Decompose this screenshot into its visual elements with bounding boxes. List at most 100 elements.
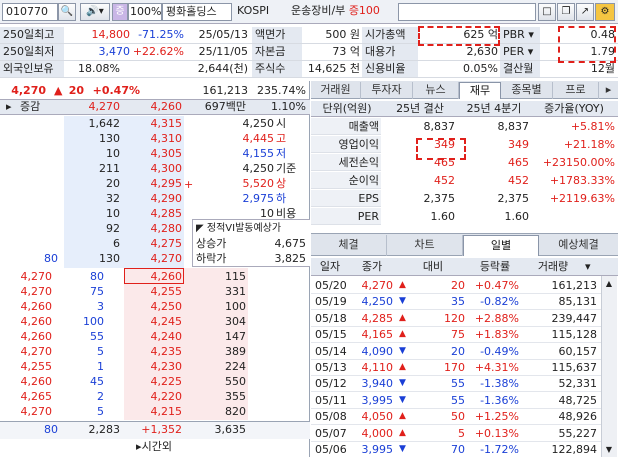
ask-price[interactable]: 4,300	[124, 161, 183, 176]
bid-qty[interactable]: 224	[186, 359, 246, 374]
pbr-select[interactable]: PBR ▾	[500, 27, 540, 43]
down-arrow-icon: ▼	[399, 444, 406, 454]
daily-scrollbar[interactable]	[601, 276, 617, 457]
daily-change: 50	[451, 410, 465, 424]
window-icon[interactable]: □	[538, 3, 556, 21]
bid-qty[interactable]: 389	[186, 344, 246, 359]
tab-investors[interactable]: 투자자	[361, 82, 413, 99]
volume-sort-icon[interactable]: ▾	[585, 259, 597, 274]
ask-qty[interactable]: 1,642	[64, 116, 121, 131]
vi-down-value: 3,825	[274, 252, 307, 265]
tab-expected[interactable]: 예상체결	[539, 235, 618, 256]
tab-menu-icon[interactable]: ▸	[599, 82, 618, 99]
bid-qty[interactable]: 820	[186, 404, 246, 419]
speaker-icon[interactable]: 🔊▾	[80, 3, 110, 21]
tab-news[interactable]: 뉴스	[413, 82, 459, 99]
tick-qty: 80	[90, 270, 104, 283]
tab-chart[interactable]: 차트	[387, 235, 463, 256]
finance-quarter-value: 1.60	[504, 210, 530, 223]
daily-close: 3,995	[361, 393, 394, 407]
ask-qty[interactable]: 20	[64, 176, 120, 191]
tick-price: 4,270	[20, 270, 53, 283]
up-arrow-icon: ▲	[399, 329, 406, 340]
finance-quarter-value: 452	[508, 174, 529, 187]
stock-name[interactable]: 평화홀딩스	[162, 3, 232, 21]
bid-qty[interactable]: 115	[186, 269, 246, 284]
ask-qty[interactable]: 10	[64, 206, 120, 221]
bid-price[interactable]: 4,255	[124, 284, 183, 299]
tab-trades[interactable]: 체결	[311, 235, 387, 256]
ask-price[interactable]: 4,275	[124, 236, 183, 251]
scroll-up-icon[interactable]: ▲	[602, 276, 616, 291]
tick-price: 4,255	[20, 360, 53, 373]
tick-qty: 5	[97, 405, 104, 418]
finance-quarter-value: 465	[508, 156, 529, 169]
summary-value: 4,250	[242, 162, 275, 175]
bid-price[interactable]: 4,220	[124, 389, 183, 404]
ask-qty[interactable]: 6	[64, 236, 120, 251]
ask-qty[interactable]: 130	[64, 131, 120, 146]
bid-qty[interactable]: 331	[186, 284, 246, 299]
daily-col-change: 대비	[422, 260, 444, 273]
foreign-ratio-label: 외국인보유	[0, 61, 64, 77]
tab-brokers[interactable]: 거래원	[311, 82, 361, 99]
bid-price[interactable]: 4,235	[124, 344, 183, 359]
up-arrow-icon: ▲	[54, 84, 63, 97]
bid-qty[interactable]: 304	[186, 314, 246, 329]
daily-date: 05/11	[315, 393, 347, 407]
daily-volume: 85,131	[558, 295, 598, 309]
finance-yoy-value: +1783.33%	[549, 174, 615, 187]
high-250-label: 250일최고	[0, 27, 64, 43]
stock-code-input[interactable]: 010770	[2, 3, 58, 21]
ask-qty[interactable]: 211	[64, 161, 120, 176]
ask-price[interactable]: 4,290	[124, 191, 183, 206]
high-250-pct: -71.25%	[138, 28, 184, 41]
daily-rate: -1.72%	[480, 443, 519, 456]
ask-price[interactable]: 4,270	[124, 251, 183, 266]
scroll-down-icon[interactable]: ▼	[602, 442, 616, 457]
daily-date: 05/15	[315, 328, 347, 342]
header-ask-price: 4,270	[88, 100, 121, 113]
share-icon[interactable]: ↗	[576, 3, 594, 21]
per-select[interactable]: PER ▾	[500, 44, 540, 60]
daily-rate: -1.38%	[480, 377, 519, 391]
pbr-per-highlight	[558, 26, 616, 63]
tab-program[interactable]: 프로	[553, 82, 599, 99]
bid-price[interactable]: 4,225	[124, 374, 183, 389]
tab-daily[interactable]: 일별	[463, 235, 539, 256]
ask-price[interactable]: 4,305	[124, 146, 183, 161]
bid-qty[interactable]: 550	[186, 374, 246, 389]
copy-icon[interactable]: ❐	[557, 3, 575, 21]
bid-qty[interactable]: 355	[186, 389, 246, 404]
daily-volume: 55,227	[558, 426, 598, 440]
bid-price[interactable]: 4,230	[124, 359, 183, 374]
bid-price[interactable]: 4,250	[124, 299, 183, 314]
bid-qty[interactable]: 147	[186, 329, 246, 344]
ask-price[interactable]: 4,315	[124, 116, 183, 131]
ask-qty[interactable]: 10	[64, 146, 120, 161]
after-hours-button[interactable]: ▸시간외	[124, 439, 184, 454]
finance-row-label: 세전손익	[338, 156, 379, 169]
gear-icon[interactable]: ⚙	[595, 3, 615, 21]
search-icon[interactable]: 🔍	[58, 3, 76, 21]
ask-price[interactable]: 4,310	[124, 131, 183, 146]
tab-financials[interactable]: 재무	[459, 82, 501, 99]
tick-qty: 100	[83, 315, 104, 328]
bid-price[interactable]: 4,245	[124, 314, 183, 329]
par-value: 500 원	[325, 28, 360, 41]
bid-price[interactable]: 4,260	[124, 269, 183, 284]
tab-by-stock[interactable]: 종목별	[501, 82, 553, 99]
daily-change: 120	[444, 311, 465, 325]
ask-qty[interactable]: 32	[64, 191, 120, 206]
ask-price[interactable]: 4,280	[124, 221, 183, 236]
bid-price[interactable]: 4,240	[124, 329, 183, 344]
high-250-date: 25/05/13	[198, 28, 248, 41]
low-250-label: 250일최저	[0, 44, 64, 60]
collapse-icon[interactable]: ▸	[6, 99, 18, 114]
bid-qty[interactable]: 100	[186, 299, 246, 314]
ask-price[interactable]: 4,295	[124, 176, 183, 191]
ask-price[interactable]: 4,285	[124, 206, 183, 221]
ask-qty[interactable]: 92	[64, 221, 120, 236]
ask-qty[interactable]: 130	[64, 251, 120, 266]
bid-price[interactable]: 4,215	[124, 404, 183, 419]
